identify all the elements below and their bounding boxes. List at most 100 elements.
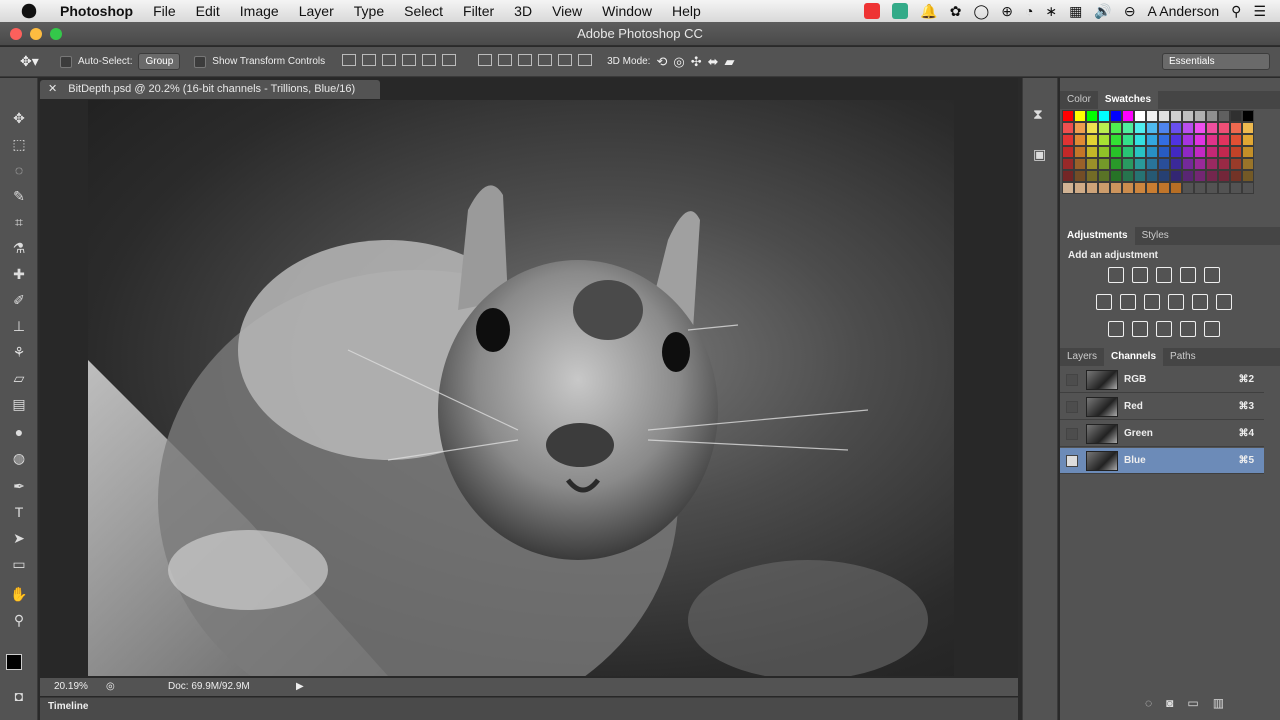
timeline-panel[interactable]: Timeline	[40, 697, 1018, 720]
swatch[interactable]	[1098, 182, 1110, 194]
swatch[interactable]	[1134, 134, 1146, 146]
lasso-tool-icon[interactable]: ◌	[9, 160, 29, 180]
distribute-hcenter-icon[interactable]	[558, 54, 573, 66]
swatch[interactable]	[1230, 158, 1242, 170]
swatch[interactable]	[1242, 134, 1254, 146]
brightness-icon[interactable]	[1108, 267, 1124, 283]
menu-edit[interactable]: Edit	[186, 0, 230, 22]
swatch[interactable]	[1218, 122, 1230, 134]
tab-color[interactable]: Color	[1060, 91, 1098, 109]
document-tab[interactable]: ✕ BitDepth.psd @ 20.2% (16-bit channels …	[40, 80, 380, 99]
align-bottom-icon[interactable]	[382, 54, 397, 66]
new-channel-icon[interactable]: ▭	[1187, 696, 1198, 710]
swatch[interactable]	[1134, 182, 1146, 194]
swatch[interactable]	[1158, 134, 1170, 146]
eye-icon[interactable]	[1066, 454, 1078, 467]
quick-mask-icon[interactable]: ◘	[9, 686, 29, 706]
swatch[interactable]	[1098, 110, 1110, 122]
swatch[interactable]	[1074, 122, 1086, 134]
volume-icon[interactable]: 🔊	[1094, 3, 1111, 20]
transform-controls-checkbox[interactable]	[194, 55, 207, 68]
swatch[interactable]	[1062, 122, 1074, 134]
time-machine-icon[interactable]: ◔	[1025, 3, 1033, 19]
channel-row[interactable]: Blue ⌘5	[1060, 448, 1264, 474]
swatch[interactable]	[1122, 134, 1134, 146]
swatch[interactable]	[1086, 146, 1098, 158]
hand-tool-icon[interactable]: ✋	[9, 584, 29, 604]
swatch[interactable]	[1146, 134, 1158, 146]
swatch[interactable]	[1242, 122, 1254, 134]
record-icon[interactable]	[864, 3, 881, 19]
close-window-icon[interactable]	[10, 28, 22, 40]
threshold-icon[interactable]	[1156, 321, 1172, 337]
path-select-tool-icon[interactable]: ➤	[9, 528, 29, 548]
gradient-tool-icon[interactable]: ▤	[9, 394, 29, 414]
invert-icon[interactable]	[1108, 321, 1124, 337]
swatch[interactable]	[1170, 170, 1182, 182]
swatch[interactable]	[1170, 134, 1182, 146]
tab-styles[interactable]: Styles	[1135, 227, 1176, 245]
swatch[interactable]	[1146, 182, 1158, 194]
swatch[interactable]	[1218, 170, 1230, 182]
swatch[interactable]	[1230, 110, 1242, 122]
hue-saturation-icon[interactable]	[1096, 294, 1112, 310]
visibility-toggle[interactable]	[1066, 400, 1078, 413]
swatch[interactable]	[1098, 170, 1110, 182]
swatch[interactable]	[1122, 146, 1134, 158]
swatch[interactable]	[1182, 122, 1194, 134]
swatch[interactable]	[1170, 122, 1182, 134]
scale-3d-icon[interactable]: ▰	[725, 54, 735, 70]
tab-paths[interactable]: Paths	[1163, 348, 1203, 366]
visibility-toggle[interactable]	[1066, 427, 1078, 440]
bluetooth-icon[interactable]: ∗	[1045, 3, 1057, 20]
image-canvas[interactable]	[88, 100, 954, 676]
bell-icon[interactable]: 🔔	[920, 3, 937, 20]
swatch[interactable]	[1086, 170, 1098, 182]
swatch[interactable]	[1182, 182, 1194, 194]
drag-3d-icon[interactable]: ✣	[691, 54, 702, 70]
swatch[interactable]	[1218, 182, 1230, 194]
apple-icon[interactable]	[21, 3, 37, 19]
move-tool-icon[interactable]: ✥	[9, 108, 29, 128]
exposure-icon[interactable]	[1180, 267, 1196, 283]
load-selection-icon[interactable]: ◌	[1145, 696, 1152, 710]
swatch[interactable]	[1074, 110, 1086, 122]
swatch[interactable]	[1206, 134, 1218, 146]
marquee-tool-icon[interactable]: ⬚	[9, 134, 29, 154]
swatch[interactable]	[1074, 170, 1086, 182]
swatch[interactable]	[1158, 170, 1170, 182]
swatch[interactable]	[1230, 182, 1242, 194]
swatch[interactable]	[1242, 146, 1254, 158]
swatch[interactable]	[1242, 182, 1254, 194]
menu-help[interactable]: Help	[662, 0, 711, 22]
swatch[interactable]	[1230, 146, 1242, 158]
search-icon[interactable]: ⚲	[1231, 3, 1241, 20]
menu-type[interactable]: Type	[344, 0, 394, 22]
properties-panel-icon[interactable]: ▣	[1033, 146, 1046, 163]
quick-select-tool-icon[interactable]: ✎	[9, 186, 29, 206]
trash-icon[interactable]: ▥	[1213, 696, 1224, 710]
channel-mixer-icon[interactable]	[1192, 294, 1208, 310]
tab-swatches[interactable]: Swatches	[1097, 91, 1159, 109]
minimize-window-icon[interactable]	[30, 28, 42, 40]
swatch[interactable]	[1170, 182, 1182, 194]
swatch[interactable]	[1206, 110, 1218, 122]
history-panel-icon[interactable]: ⧗	[1033, 106, 1043, 123]
swatch[interactable]	[1194, 170, 1206, 182]
swatch[interactable]	[1218, 146, 1230, 158]
eyedropper-tool-icon[interactable]: ⚗	[9, 238, 29, 258]
channel-row[interactable]: Red ⌘3	[1060, 394, 1264, 420]
blur-tool-icon[interactable]: ●	[9, 422, 29, 442]
swatch[interactable]	[1062, 134, 1074, 146]
tab-adjustments[interactable]: Adjustments	[1060, 227, 1135, 245]
swatch[interactable]	[1242, 158, 1254, 170]
chat-icon[interactable]: ◯	[974, 3, 990, 20]
swatch[interactable]	[1194, 122, 1206, 134]
swatch[interactable]	[1158, 182, 1170, 194]
close-tab-icon[interactable]: ✕	[48, 83, 57, 95]
swatch[interactable]	[1110, 110, 1122, 122]
swatch[interactable]	[1230, 122, 1242, 134]
flag-icon[interactable]: ▦	[1069, 3, 1082, 20]
swatch[interactable]	[1110, 182, 1122, 194]
status-menu-arrow-icon[interactable]: ▶	[296, 678, 304, 696]
